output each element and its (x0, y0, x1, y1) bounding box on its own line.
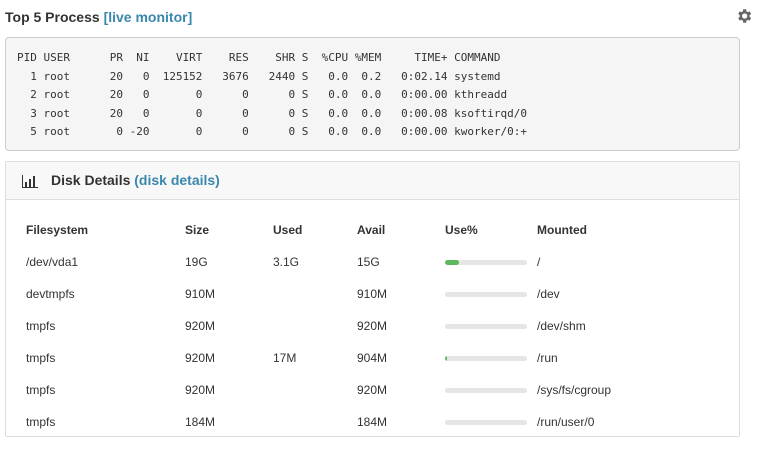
cell-use-bar (445, 374, 537, 406)
cell-avail: 920M (357, 383, 388, 397)
disk-details-title: Disk Details (51, 172, 131, 188)
cell-avail: 920M (357, 319, 388, 333)
disk-table: Filesystem Size Used Avail Use% Mounted … (26, 214, 697, 438)
top-process-output: PID USER PR NI VIRT RES SHR S %CPU %MEM … (5, 37, 740, 151)
table-row: /dev/vda1 19G 3.1G 15G / (26, 246, 697, 278)
cell-use-bar (445, 342, 537, 374)
cell-used (273, 374, 357, 406)
table-row: tmpfs 184M 184M/run/user/0 (26, 406, 697, 438)
cell-mounted: /dev (537, 287, 560, 301)
cell-mounted: /run (537, 351, 558, 365)
cell-used: 3.1G (273, 255, 300, 269)
gear-icon[interactable] (735, 7, 753, 25)
cell-filesystem: tmpfs (26, 319, 56, 333)
cell-filesystem: tmpfs (26, 415, 56, 429)
cell-used (273, 406, 357, 438)
disk-details-link[interactable]: (disk details) (134, 172, 220, 188)
top-process-title: Top 5 Process (5, 9, 100, 25)
live-monitor-link[interactable]: [live monitor] (104, 9, 193, 25)
col-filesystem: Filesystem (26, 223, 89, 237)
cell-size: 184M (185, 415, 216, 429)
cell-avail: 184M (357, 415, 388, 429)
usage-progress-bar (445, 323, 527, 329)
table-row: tmpfs 920M 920M/dev/shm (26, 310, 697, 342)
process-table-text: PID USER PR NI VIRT RES SHR S %CPU %MEM … (17, 51, 527, 138)
cell-filesystem: tmpfs (26, 351, 56, 365)
cell-size: 920M (185, 351, 216, 365)
cell-avail: 15G (357, 255, 380, 269)
cell-used: 17M (273, 351, 297, 365)
cell-filesystem: devtmpfs (26, 287, 75, 301)
usage-progress-fill (445, 355, 447, 361)
cell-mounted: /dev/shm (537, 319, 586, 333)
usage-progress-bar (445, 291, 527, 297)
disk-details-header: Disk Details (disk details) (6, 162, 739, 200)
usage-progress-bar (445, 259, 527, 265)
usage-progress-bar (445, 355, 527, 361)
col-size: Size (185, 223, 210, 237)
col-mounted: Mounted (537, 223, 587, 237)
bar-chart-icon (22, 175, 38, 188)
table-row: tmpfs 920M 920M/sys/fs/cgroup (26, 374, 697, 406)
usage-progress-bar (445, 387, 527, 393)
cell-mounted: / (537, 255, 541, 269)
disk-details-panel: Disk Details (disk details) Filesystem S… (5, 161, 740, 437)
cell-use-bar (445, 406, 537, 438)
usage-progress-fill (445, 259, 459, 265)
col-used: Used (273, 223, 303, 237)
cell-filesystem: tmpfs (26, 383, 56, 397)
cell-size: 920M (185, 383, 216, 397)
disk-table-header-row: Filesystem Size Used Avail Use% Mounted (26, 214, 697, 246)
cell-size: 910M (185, 287, 216, 301)
cell-size: 920M (185, 319, 216, 333)
col-use-percent: Use% (445, 223, 478, 237)
table-row: tmpfs 920M 17M 904M/run (26, 342, 697, 374)
table-row: devtmpfs 910M 910M/dev (26, 278, 697, 310)
cell-avail: 904M (357, 351, 388, 365)
cell-mounted: /run/user/0 (537, 415, 595, 429)
cell-avail: 910M (357, 287, 388, 301)
cell-used (273, 278, 357, 310)
cell-mounted: /sys/fs/cgroup (537, 383, 612, 397)
usage-progress-bar (445, 419, 527, 425)
cell-use-bar (445, 310, 537, 342)
cell-filesystem: /dev/vda1 (26, 255, 79, 269)
cell-size: 19G (185, 255, 208, 269)
col-avail: Avail (357, 223, 386, 237)
cell-use-bar (445, 278, 537, 310)
cell-used (273, 310, 357, 342)
cell-use-bar (445, 246, 537, 278)
top-process-header: Top 5 Process [live monitor] (5, 9, 192, 27)
